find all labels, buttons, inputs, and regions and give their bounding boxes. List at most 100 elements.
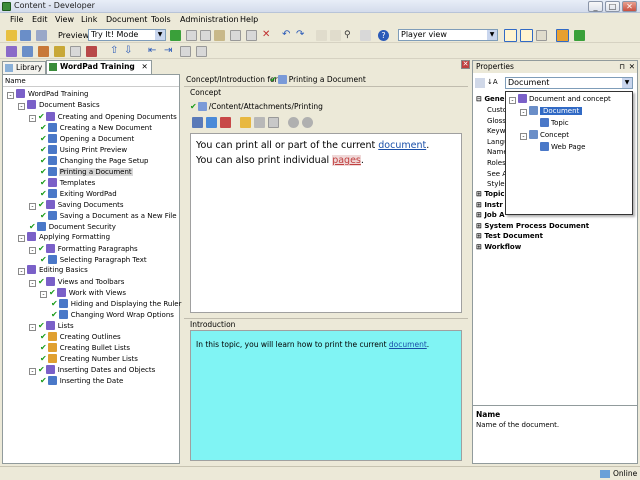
- tree-item[interactable]: ✔ Document Security: [29, 221, 117, 232]
- menu-document[interactable]: Document: [106, 15, 147, 24]
- intro-document-link[interactable]: document: [389, 340, 427, 349]
- layout-grid-icon[interactable]: [536, 30, 547, 41]
- menu-view[interactable]: View: [55, 15, 74, 24]
- remove-icon[interactable]: [330, 30, 341, 41]
- tree-item[interactable]: ✔ Creating a New Document: [40, 122, 153, 133]
- copy-icon[interactable]: [200, 30, 211, 41]
- tree-item[interactable]: ✔ Creating Outlines: [40, 331, 122, 342]
- close-pane-icon[interactable]: ✕: [461, 60, 470, 69]
- delete-icon[interactable]: ✕: [262, 30, 273, 41]
- move-up-icon[interactable]: ⇧: [110, 46, 121, 57]
- minimize-button[interactable]: _: [588, 1, 603, 12]
- tab-library[interactable]: Library: [2, 61, 47, 74]
- page-icon[interactable]: [230, 30, 241, 41]
- collapse-toggle-icon[interactable]: -: [29, 280, 36, 287]
- doc-type-item[interactable]: - Document: [520, 106, 583, 116]
- menu-link[interactable]: Link: [81, 15, 97, 24]
- tab-wordpad-training[interactable]: WordPad Training ✕: [46, 60, 152, 74]
- layout-single-icon[interactable]: [504, 29, 517, 42]
- tree-item[interactable]: ✔ Creating Bullet Lists: [40, 342, 131, 353]
- folder-icon[interactable]: [556, 29, 569, 42]
- collapse-toggle-icon[interactable]: -: [520, 133, 527, 140]
- save-icon[interactable]: [20, 30, 31, 41]
- tree-item[interactable]: ✔ Changing the Page Setup: [40, 155, 150, 166]
- document-type-dropdown[interactable]: - Document and concept - Document Topic - Conc…: [505, 91, 633, 215]
- property-group[interactable]: ⊞ Test Document: [476, 232, 543, 240]
- print-icon[interactable]: [36, 30, 47, 41]
- doc-type-item[interactable]: Web Page: [531, 142, 585, 151]
- undo-icon[interactable]: ↶: [282, 30, 293, 41]
- refresh-icon[interactable]: [574, 30, 585, 41]
- collapse-toggle-icon[interactable]: -: [29, 247, 36, 254]
- preview-go-icon[interactable]: [170, 30, 181, 41]
- pages-link[interactable]: pages: [332, 155, 361, 166]
- attachment-path[interactable]: ✔ /Content/Attachments/Printing: [190, 102, 323, 111]
- introduction-editor[interactable]: In this topic, you will learn how to pri…: [190, 330, 462, 461]
- tree-item[interactable]: - ✔ Work with Views: [40, 287, 127, 298]
- play-icon[interactable]: [288, 117, 299, 128]
- collapse-toggle-icon[interactable]: -: [520, 109, 527, 116]
- player-view-select[interactable]: Player view ▼: [398, 29, 498, 41]
- binoculars-icon[interactable]: ⚲: [344, 30, 355, 41]
- menu-administration[interactable]: Administration: [180, 15, 239, 24]
- tree-item[interactable]: ✔ Templates: [40, 177, 96, 188]
- collapse-toggle-icon[interactable]: -: [29, 368, 36, 375]
- concept-editor[interactable]: You can print all or part of the current…: [190, 133, 462, 313]
- link-icon[interactable]: [180, 46, 191, 57]
- demote-icon[interactable]: ⇥: [164, 46, 175, 57]
- promote-icon[interactable]: ⇤: [148, 46, 159, 57]
- collapse-toggle-icon[interactable]: -: [7, 92, 14, 99]
- menu-tools[interactable]: Tools: [151, 15, 171, 24]
- link-icon[interactable]: [192, 117, 203, 128]
- close-button[interactable]: ✕: [622, 1, 637, 12]
- collapse-toggle-icon[interactable]: -: [29, 324, 36, 331]
- redo-icon[interactable]: ↷: [296, 30, 307, 41]
- tree-item[interactable]: - ✔ Creating and Opening Documents: [29, 111, 178, 122]
- new-page-icon[interactable]: [70, 46, 81, 57]
- doc-type-item[interactable]: - Concept: [520, 130, 569, 140]
- collapse-toggle-icon[interactable]: -: [18, 268, 25, 275]
- categorized-icon[interactable]: [475, 78, 485, 88]
- tree-item[interactable]: - Applying Formatting: [18, 232, 111, 243]
- close-tab-icon[interactable]: ✕: [141, 62, 147, 71]
- tree-item[interactable]: - ✔ Lists: [29, 320, 75, 331]
- tree-item[interactable]: ✔ Using Print Preview: [40, 144, 128, 155]
- unlink-icon[interactable]: [220, 117, 231, 128]
- property-group[interactable]: ⊞ System Process Document: [476, 222, 589, 230]
- tree-item[interactable]: - ✔ Formatting Paragraphs: [29, 243, 139, 254]
- help-icon[interactable]: ?: [378, 30, 389, 41]
- preview-mode-select[interactable]: Try It! Mode ▼: [88, 29, 166, 41]
- cut-icon[interactable]: [186, 30, 197, 41]
- move-down-icon[interactable]: ⇩: [124, 46, 135, 57]
- paste-icon[interactable]: [214, 30, 225, 41]
- new-question-icon[interactable]: [54, 46, 65, 57]
- doc-type-item[interactable]: Topic: [531, 118, 569, 127]
- settings-icon[interactable]: [254, 117, 265, 128]
- tree-item[interactable]: ✔ Hiding and Displaying the Ruler: [51, 298, 182, 309]
- collapse-toggle-icon[interactable]: -: [509, 97, 516, 104]
- package-icon[interactable]: [206, 117, 217, 128]
- menu-file[interactable]: File: [10, 15, 23, 24]
- collapse-toggle-icon[interactable]: -: [18, 235, 25, 242]
- tree-item[interactable]: ✔ Printing a Document: [40, 166, 133, 177]
- property-group[interactable]: ⊞ Instr: [476, 201, 503, 209]
- tree-item[interactable]: ✔ Opening a Document: [40, 133, 135, 144]
- tree-item[interactable]: - Document Basics: [18, 100, 101, 111]
- open-icon[interactable]: [6, 30, 17, 41]
- tree-item[interactable]: ✔ Exiting WordPad: [40, 188, 118, 199]
- close-properties-icon[interactable]: ✕: [629, 61, 635, 73]
- collapse-toggle-icon[interactable]: -: [29, 203, 36, 210]
- properties-icon[interactable]: [268, 117, 279, 128]
- tree-item[interactable]: ✔ Selecting Paragraph Text: [40, 254, 148, 265]
- tree-item[interactable]: - ✔ Inserting Dates and Objects: [29, 364, 156, 375]
- edit-pencil-icon[interactable]: [240, 117, 251, 128]
- tree-item[interactable]: ✔ Creating Number Lists: [40, 353, 139, 364]
- collapse-toggle-icon[interactable]: -: [40, 291, 47, 298]
- stop-icon[interactable]: [302, 117, 313, 128]
- new-section-icon[interactable]: [22, 46, 33, 57]
- find-icon[interactable]: [246, 30, 257, 41]
- property-row[interactable]: Custo: [487, 106, 507, 114]
- property-group[interactable]: ⊞ Topic: [476, 190, 505, 198]
- insert-icon[interactable]: [316, 30, 327, 41]
- tree-item[interactable]: - ✔ Views and Toolbars: [29, 276, 125, 287]
